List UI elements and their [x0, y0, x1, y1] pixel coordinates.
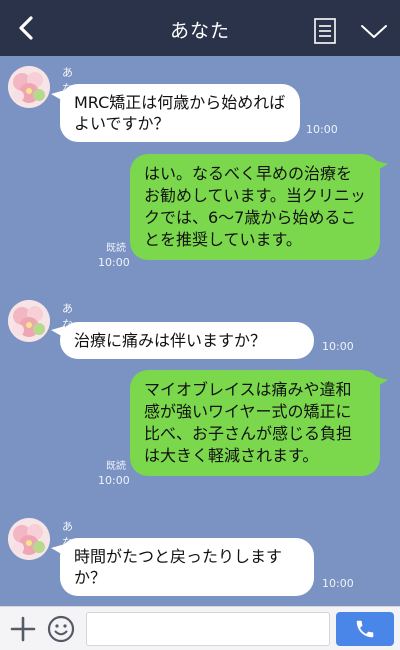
- message-input-bar: [0, 606, 400, 650]
- notes-button[interactable]: [310, 16, 340, 46]
- call-button[interactable]: [336, 612, 394, 646]
- chat-title: あなた: [169, 20, 230, 42]
- avatar[interactable]: [8, 66, 50, 108]
- read-receipt: 既読: [106, 461, 126, 472]
- bubble-tail: [374, 376, 388, 388]
- plus-icon: [10, 616, 36, 642]
- avatar[interactable]: [8, 300, 50, 342]
- message-bubble[interactable]: 時間がたつと戻ったりしますか？: [60, 538, 314, 596]
- phone-icon: [356, 620, 374, 638]
- emoji-button[interactable]: [46, 614, 76, 644]
- flower-avatar-icon: [8, 66, 50, 108]
- timestamp: 10:00: [322, 340, 354, 353]
- message-input[interactable]: [86, 612, 330, 646]
- notes-icon: [314, 18, 336, 44]
- message-bubble[interactable]: はい。なるべく早めの治療をお勧めしています。当クリニックでは、6〜7歳から始める…: [130, 154, 380, 260]
- add-attachment-button[interactable]: [8, 614, 38, 644]
- timestamp: 10:00: [306, 123, 338, 136]
- bubble-tail: [374, 160, 388, 172]
- message-bubble[interactable]: マイオブレイスは痛みや違和感が強いワイヤー式の矯正に比べ、お子さんが感じる負担は…: [130, 370, 380, 476]
- timestamp: 10:00: [98, 256, 130, 269]
- chevron-down-icon: [361, 25, 387, 38]
- flower-avatar-icon: [8, 518, 50, 560]
- chat-header: あなた: [0, 0, 400, 56]
- read-receipt: 既読: [106, 243, 126, 254]
- avatar[interactable]: [8, 518, 50, 560]
- timestamp: 10:00: [322, 577, 354, 590]
- flower-avatar-icon: [8, 300, 50, 342]
- dropdown-button[interactable]: [358, 18, 390, 44]
- message-bubble[interactable]: 治療に痛みは伴いますか？: [60, 322, 314, 359]
- timestamp: 10:00: [98, 474, 130, 487]
- smiley-icon: [47, 615, 75, 643]
- message-bubble[interactable]: MRC矯正は何歳から始めればよいですか？: [60, 84, 300, 142]
